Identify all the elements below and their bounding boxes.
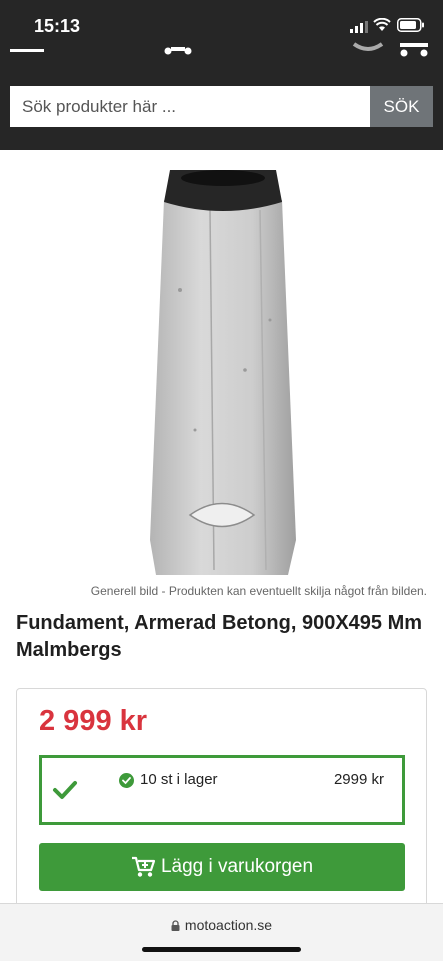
check-icon xyxy=(53,781,77,799)
product-image[interactable] xyxy=(150,170,296,580)
home-indicator[interactable] xyxy=(142,947,301,952)
signal-icon xyxy=(350,21,368,33)
wifi-icon xyxy=(373,18,391,31)
menu-icon[interactable] xyxy=(10,44,44,54)
stock-quantity: 10 st i lager xyxy=(140,771,218,788)
product-title: Fundament, Armerad Betong, 900X495 Mm Ma… xyxy=(16,612,423,661)
stock-price: 2999 kr xyxy=(333,771,384,788)
site-header: 15:13 SÖK xyxy=(0,0,443,150)
logo-icon[interactable] xyxy=(160,44,196,56)
cart-icon[interactable] xyxy=(396,42,432,58)
add-to-cart-icon xyxy=(131,856,155,877)
purchase-card: 2 999 kr 10 st i lager 2999 kr Lägg i va… xyxy=(16,688,427,928)
image-caption: Generell bild - Produkten kan eventuellt… xyxy=(90,584,427,598)
battery-icon xyxy=(397,18,424,32)
search-button[interactable]: SÖK xyxy=(370,86,433,127)
url-bar[interactable]: motoaction.se xyxy=(0,917,443,933)
lock-icon xyxy=(171,920,180,931)
stock-option[interactable]: 10 st i lager 2999 kr xyxy=(39,755,405,825)
in-stock-icon xyxy=(119,773,134,788)
search-input[interactable] xyxy=(10,86,370,127)
add-to-cart-button[interactable]: Lägg i varukorgen xyxy=(39,843,405,891)
product-price: 2 999 kr xyxy=(39,705,148,737)
account-icon[interactable] xyxy=(352,40,384,54)
status-time: 15:13 xyxy=(34,16,81,36)
add-to-cart-label: Lägg i varukorgen xyxy=(160,856,314,877)
url-text: motoaction.se xyxy=(184,917,273,933)
search-bar: SÖK xyxy=(10,86,433,127)
browser-bar: motoaction.se xyxy=(0,903,443,961)
